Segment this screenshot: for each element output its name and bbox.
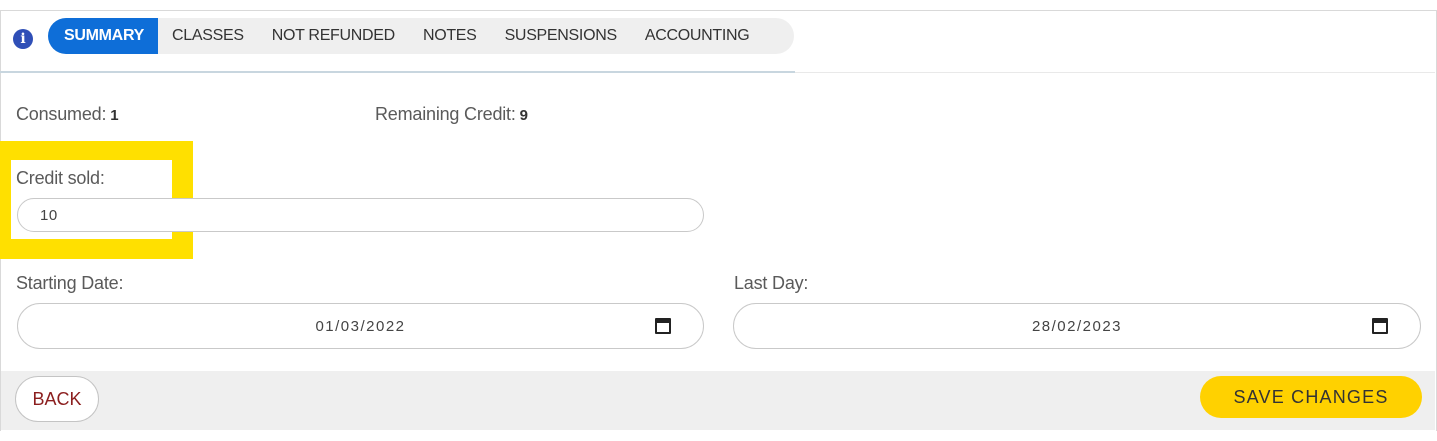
- info-icon[interactable]: i: [13, 29, 33, 49]
- credit-sold-input[interactable]: 10: [17, 198, 704, 232]
- consumed-stat: Consumed: 1: [16, 104, 119, 125]
- tab-notes[interactable]: NOTES: [409, 18, 491, 54]
- last-day-label: Last Day:: [734, 273, 809, 293]
- last-day-input[interactable]: 28/02/2023: [733, 303, 1421, 349]
- save-changes-button[interactable]: SAVE CHANGES: [1200, 376, 1422, 418]
- starting-date-value: 01/03/2022: [315, 317, 406, 335]
- consumed-value: 1: [110, 107, 119, 124]
- remaining-credit-stat: Remaining Credit: 9: [375, 104, 528, 125]
- last-day-value: 28/02/2023: [1031, 317, 1123, 335]
- remaining-credit-label: Remaining Credit:: [375, 104, 516, 124]
- back-button[interactable]: BACK: [15, 376, 99, 422]
- tabbar-underline: [0, 71, 795, 73]
- tab-accounting[interactable]: ACCOUNTING: [631, 18, 764, 54]
- tab-suspensions[interactable]: SUSPENSIONS: [491, 18, 631, 54]
- tab-bar: SUMMARY CLASSES NOT REFUNDED NOTES SUSPE…: [48, 18, 794, 54]
- tab-summary[interactable]: SUMMARY: [48, 18, 158, 54]
- remaining-credit-value: 9: [519, 107, 528, 124]
- tab-classes[interactable]: CLASSES: [158, 18, 258, 54]
- starting-date-label: Starting Date:: [16, 273, 124, 293]
- tab-not-refunded[interactable]: NOT REFUNDED: [258, 18, 409, 54]
- calendar-icon[interactable]: [655, 318, 671, 334]
- consumed-label: Consumed:: [16, 104, 107, 124]
- credit-sold-label: Credit sold:: [16, 168, 105, 188]
- starting-date-input[interactable]: 01/03/2022: [17, 303, 704, 349]
- calendar-icon[interactable]: [1372, 318, 1388, 334]
